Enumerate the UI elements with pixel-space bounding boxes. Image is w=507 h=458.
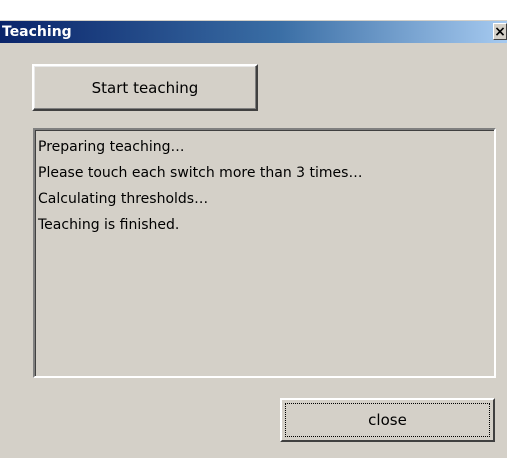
- close-icon-glyph: ×: [494, 23, 506, 40]
- title-bar: Teaching ×: [0, 21, 507, 43]
- close-button[interactable]: close: [280, 398, 495, 442]
- log-line: Calculating thresholds…: [38, 191, 209, 207]
- teaching-dialog: Teaching × Start teaching Preparing teac…: [0, 20, 507, 458]
- start-teaching-label: Start teaching: [91, 78, 199, 97]
- window-title: Teaching: [2, 24, 72, 40]
- log-line: Preparing teaching…: [38, 139, 185, 155]
- close-icon[interactable]: ×: [493, 23, 507, 40]
- start-teaching-button[interactable]: Start teaching: [32, 64, 258, 111]
- close-button-label: close: [368, 411, 407, 429]
- teaching-log: Preparing teaching… Please touch each sw…: [33, 128, 496, 378]
- log-line: Teaching is finished.: [38, 217, 180, 233]
- background-strip: [0, 0, 507, 20]
- log-line: Please touch each switch more than 3 tim…: [38, 165, 363, 181]
